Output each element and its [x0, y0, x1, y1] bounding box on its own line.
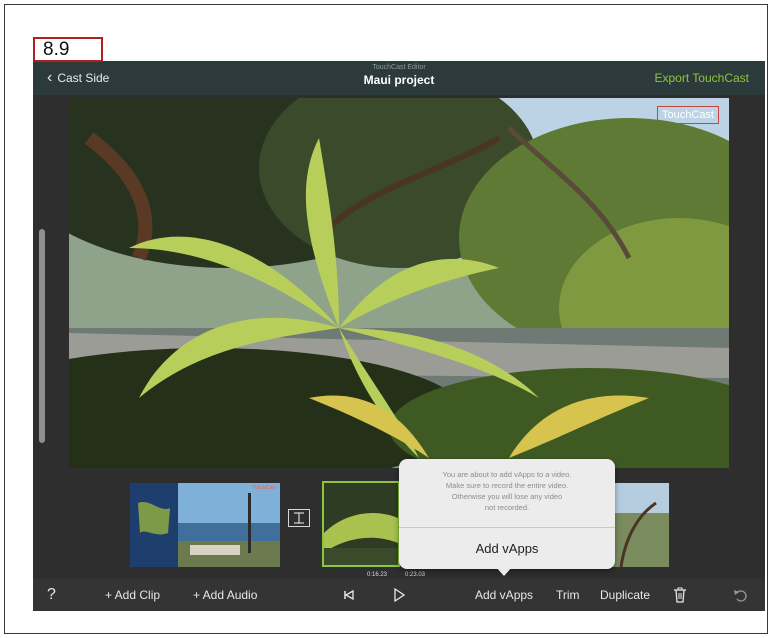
clip-thumbnail: [611, 483, 669, 567]
play-glyph: [394, 588, 405, 602]
timeline-clip-selected[interactable]: [322, 481, 400, 567]
playhead-time: 0:16.23: [367, 572, 388, 578]
add-vapps-popover: You are about to add vApps to a video. M…: [399, 459, 615, 569]
skip-to-start-glyph: [344, 589, 354, 601]
undo-icon[interactable]: [733, 579, 749, 611]
popover-message-line: not recorded.: [484, 503, 530, 512]
add-vapps-button[interactable]: Add vApps: [475, 579, 533, 611]
bottom-toolbar: ? + Add Clip + Add Audio Add vApps Trim …: [33, 579, 765, 611]
help-button[interactable]: ?: [47, 579, 56, 611]
undo-glyph: [734, 590, 747, 602]
figure-label: 8.9: [33, 37, 103, 62]
popover-arrow: [496, 567, 512, 576]
end-time: 0:23.03: [405, 572, 426, 578]
vertical-scrollbar[interactable]: [39, 229, 45, 443]
duplicate-button[interactable]: Duplicate: [600, 579, 650, 611]
clip-thumbnail: [324, 483, 398, 565]
timeline-clip[interactable]: TouchCast: [130, 483, 280, 567]
export-button[interactable]: Export TouchCast: [655, 61, 750, 95]
clip-badge: TouchCast: [252, 485, 276, 491]
split-glyph: [294, 512, 304, 524]
video-frame-image: [69, 98, 729, 468]
popover-message-line: Make sure to record the entire video.: [445, 481, 569, 490]
popover-message-line: You are about to add vApps to a video.: [442, 470, 572, 479]
skip-to-start-icon[interactable]: [343, 579, 355, 611]
touchcast-watermark: TouchCast: [657, 106, 719, 124]
clip-thumbnail: [130, 483, 280, 567]
trash-glyph: [674, 587, 686, 603]
nav-bar: ‹ Cast Side TouchCast Editor Maui projec…: [33, 61, 765, 95]
timeline-clip[interactable]: [611, 483, 669, 567]
play-icon[interactable]: [393, 579, 405, 611]
trash-icon[interactable]: [673, 579, 687, 611]
confirm-add-vapps-button[interactable]: Add vApps: [399, 528, 615, 569]
trim-button[interactable]: Trim: [556, 579, 580, 611]
add-clip-button[interactable]: + Add Clip: [105, 579, 160, 611]
split-icon[interactable]: [288, 509, 310, 527]
add-audio-button[interactable]: + Add Audio: [193, 579, 257, 611]
app-window: ‹ Cast Side TouchCast Editor Maui projec…: [33, 61, 765, 611]
popover-message: You are about to add vApps to a video. M…: [409, 469, 605, 513]
video-preview[interactable]: TouchCast: [69, 98, 729, 468]
popover-message-line: Otherwise you will lose any video: [451, 492, 563, 501]
